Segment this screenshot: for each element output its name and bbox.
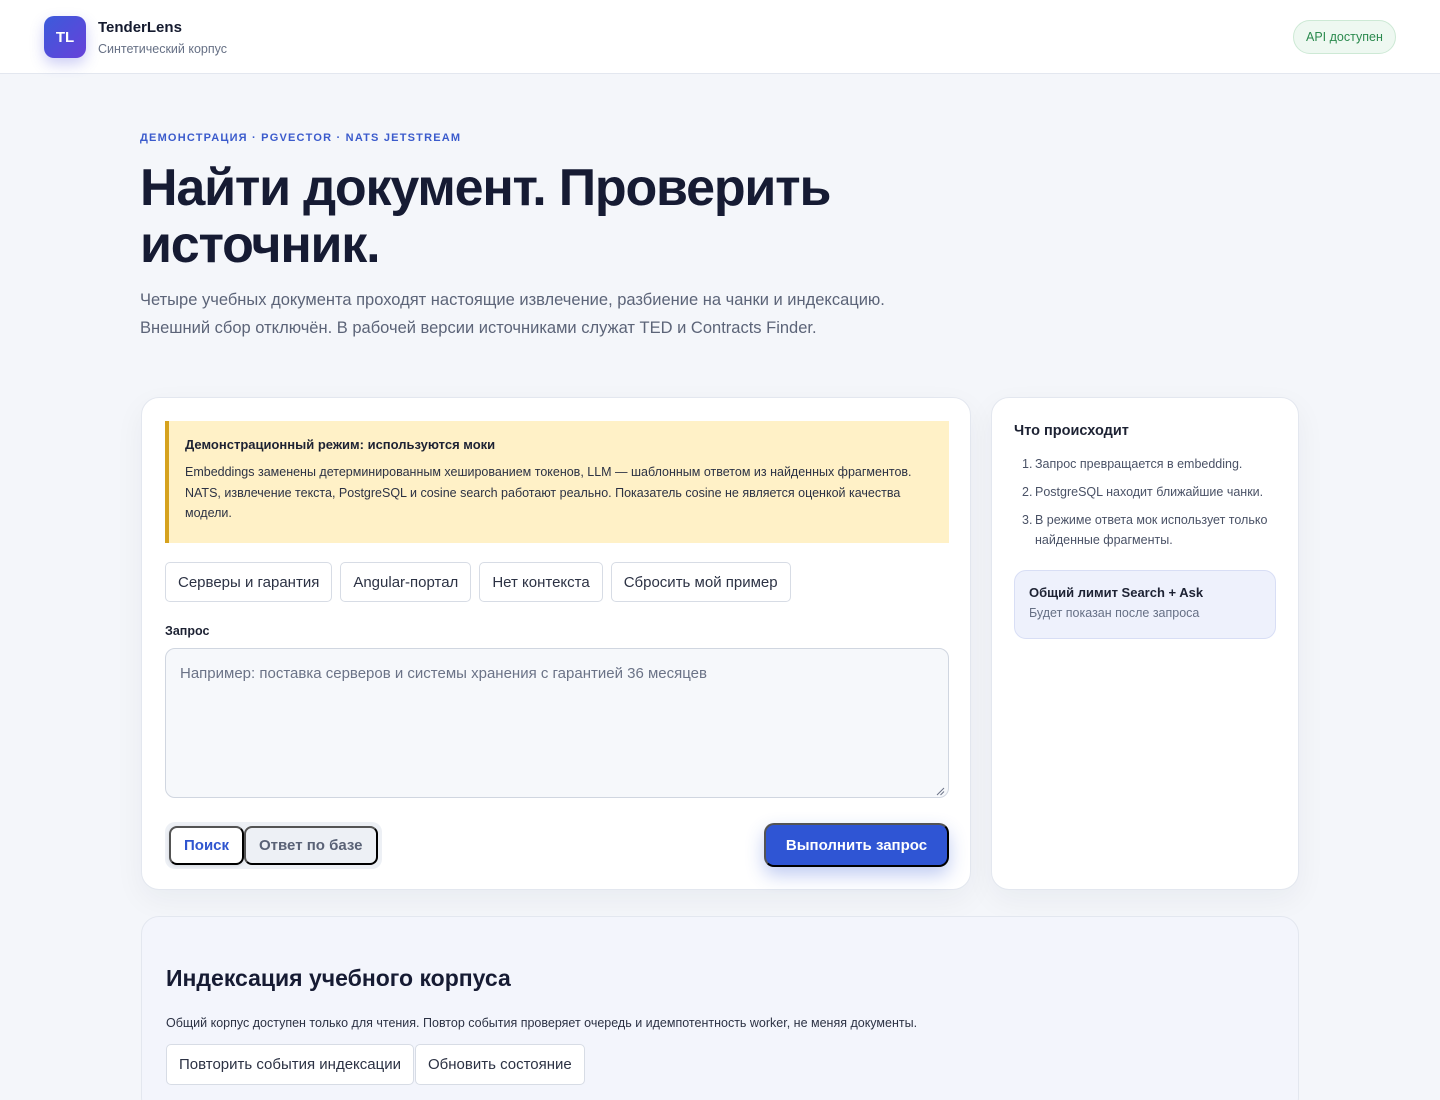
step-number: 3. <box>1022 513 1033 527</box>
example-servers-button[interactable]: Серверы и гарантия <box>165 562 333 602</box>
step-text: Запрос превращается в embedding. <box>1035 457 1243 471</box>
example-angular-button[interactable]: Angular-портал <box>340 562 472 602</box>
brand-name: TenderLens <box>98 19 182 36</box>
notice-text: Embeddings заменены детерминированным хе… <box>185 465 912 520</box>
indexing-actions: Повторить события индексации Обновить со… <box>166 1044 585 1085</box>
list-item: 1. Запрос превращается в embedding. <box>1014 454 1274 474</box>
step-text: PostgreSQL находит ближайшие чанки. <box>1035 485 1264 499</box>
reset-example-button[interactable]: Сбросить мой пример <box>610 562 791 602</box>
query-label: Запрос <box>165 624 210 638</box>
indexing-description: Общий корпус доступен только для чтения.… <box>166 1016 918 1030</box>
list-item: 2. PostgreSQL находит ближайшие чанки. <box>1014 482 1274 502</box>
mode-toggle: Поиск Ответ по базе <box>165 822 382 869</box>
indexing-section: Индексация учебного корпуса Общий корпус… <box>141 916 1299 1100</box>
top-bar: TL TenderLens Синтетический корпус API д… <box>0 0 1440 74</box>
step-number: 1. <box>1022 457 1033 471</box>
query-input[interactable] <box>165 648 949 798</box>
brand-subtitle: Синтетический корпус <box>98 42 228 56</box>
rate-limit-panel: Общий лимит Search + Ask Будет показан п… <box>1014 570 1276 639</box>
process-steps: 1. Запрос превращается в embedding. 2. P… <box>1014 454 1274 558</box>
query-card: Демонстрационный режим: используются мок… <box>141 397 971 890</box>
step-number: 2. <box>1022 485 1033 499</box>
process-info-card: Что происходит 1. Запрос превращается в … <box>991 397 1299 890</box>
refresh-status-button[interactable]: Обновить состояние <box>414 1044 585 1085</box>
example-no-context-button[interactable]: Нет контекста <box>479 562 603 602</box>
mode-answer-button[interactable]: Ответ по базе <box>244 826 378 865</box>
demo-mode-notice: Демонстрационный режим: используются мок… <box>165 421 949 543</box>
hero-eyebrow: ДЕМОНСТРАЦИЯ · PGVECTOR · NATS JETSTREAM <box>140 132 462 144</box>
resize-handle-icon[interactable] <box>936 787 945 796</box>
hero-subtitle: Четыре учебных документа проходят настоя… <box>140 291 885 337</box>
api-status-badge: API доступен <box>1293 20 1396 54</box>
replay-indexing-button[interactable]: Повторить события индексации <box>166 1044 414 1085</box>
list-item: 3. В режиме ответа мок использует только… <box>1014 510 1274 550</box>
mode-search-button[interactable]: Поиск <box>169 826 245 865</box>
page-title: Найти документ. Проверить источник. <box>140 159 831 274</box>
limit-subtitle: Будет показан после запроса <box>1029 606 1200 620</box>
notice-title: Демонстрационный режим: используются мок… <box>185 437 496 452</box>
side-title: Что происходит <box>1014 423 1129 439</box>
indexing-title: Индексация учебного корпуса <box>166 965 511 991</box>
app-logo: TL <box>44 16 86 58</box>
run-query-button[interactable]: Выполнить запрос <box>764 823 949 867</box>
step-text: В режиме ответа мок использует только на… <box>1035 513 1268 547</box>
example-queries: Серверы и гарантия Angular-портал Нет ко… <box>165 562 791 602</box>
limit-title: Общий лимит Search + Ask <box>1029 585 1204 600</box>
